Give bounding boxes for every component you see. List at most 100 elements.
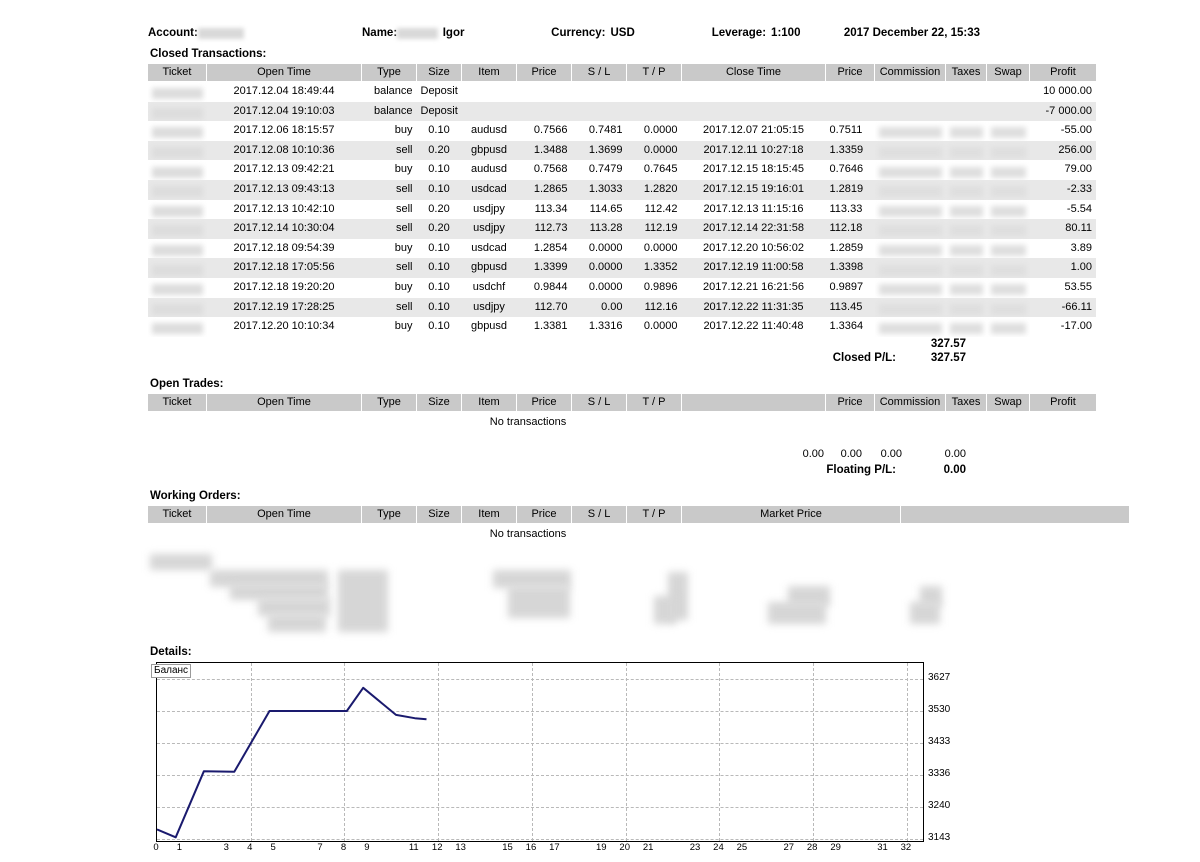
col-close-time[interactable]: Close Time (681, 64, 826, 82)
cell-size: 0.20 (428, 202, 450, 215)
cell-profit: -17.00 (1060, 320, 1092, 333)
col-take-profit[interactable]: T / P (626, 505, 682, 524)
cell-take-profit: 1.2820 (626, 179, 682, 200)
working-orders-title: Working Orders: (150, 489, 241, 502)
col-ticket[interactable]: Ticket (148, 505, 207, 524)
col-take-profit[interactable]: T / P (626, 393, 682, 412)
cell-close-time (682, 82, 826, 102)
table-row[interactable]: 2017.12.04 19:10:03 balance Deposit -7 000.… (148, 101, 1096, 122)
cell-swap (987, 121, 1030, 141)
cell-item: usdcad (461, 179, 517, 200)
cell-size: 0.10 (428, 124, 450, 137)
chart-y-axis-labels: 3143 3240 3336 3433 3530 3627 (928, 662, 978, 842)
col-price[interactable]: Price (516, 393, 572, 412)
col-taxes[interactable]: Taxes (945, 393, 987, 412)
chart-y-tick-label: 3627 (928, 671, 951, 683)
table-row[interactable]: 2017.12.04 18:49:44 balance Deposit 10 000.… (148, 82, 1096, 102)
col-commission[interactable]: Commission (874, 64, 946, 82)
cell-swap (986, 219, 1030, 239)
table-row[interactable]: 2017.12.06 18:15:57 buy 0.10 audusd 0.7566 0.… (148, 121, 1096, 141)
col-swap[interactable]: Swap (986, 64, 1030, 82)
cell-swap (987, 200, 1030, 220)
cell-size: 0.10 (428, 320, 450, 333)
cell-swap (987, 82, 1030, 102)
cell-price (516, 101, 572, 122)
col-size[interactable]: Size (416, 505, 462, 524)
cell-size: 0.10 (428, 280, 450, 293)
col-stop-loss[interactable]: S / L (571, 393, 627, 412)
cell-profit: 3.89 (1070, 241, 1092, 254)
cell-size: 0.10 (428, 163, 450, 176)
cell-open-time: 2017.12.14 10:30:04 (206, 219, 362, 239)
cell-swap (986, 297, 1030, 318)
cell-close-time: 2017.12.07 21:05:15 (703, 124, 804, 137)
col-size[interactable]: Size (416, 393, 462, 412)
table-row[interactable]: 2017.12.20 10:10:34 buy 0.10 gbpusd 1.3381 1.… (148, 317, 1096, 337)
chart-x-tick-label: 24 (713, 841, 724, 853)
chart-legend-label: Баланс (151, 663, 192, 678)
col-type[interactable]: Type (361, 393, 417, 412)
chart-x-tick-label: 9 (364, 841, 370, 853)
col-close-price[interactable]: Price (825, 64, 875, 82)
col-market-price[interactable]: Market Price (681, 505, 901, 524)
table-row[interactable]: 2017.12.18 19:20:20 buy 0.10 usdchf 0.9844 0.… (148, 278, 1096, 298)
cell-stop-loss: 114.65 (589, 202, 623, 215)
col-stop-loss[interactable]: S / L (571, 64, 627, 82)
col-price[interactable]: Price (516, 505, 572, 524)
col-open-time[interactable]: Open Time (206, 64, 362, 82)
floating-pl-value: 0.00 (943, 463, 966, 476)
cell-price: 0.7566 (533, 124, 568, 137)
table-row[interactable]: 2017.12.13 09:43:13 sell 0.10 usdcad 1.2865 1… (148, 179, 1096, 200)
col-open-time[interactable]: Open Time (206, 393, 362, 412)
table-row[interactable]: 2017.12.08 10:10:36 sell 0.20 gbpusd 1.3488 1… (148, 140, 1096, 161)
table-row[interactable]: 2017.12.13 10:42:10 sell 0.20 usdjpy 113.34 1… (148, 200, 1096, 220)
col-commission[interactable]: Commission (874, 393, 946, 412)
col-type[interactable]: Type (361, 64, 417, 82)
col-ticket[interactable]: Ticket (148, 64, 207, 82)
cell-close-price (826, 82, 875, 102)
table-row[interactable]: 2017.12.19 17:28:25 sell 0.10 usdjpy 112.70 0… (148, 297, 1096, 318)
open-trades-totals-row: 0.00 0.00 0.00 0.00 (148, 446, 970, 460)
table-row[interactable]: 2017.12.18 09:54:39 buy 0.10 usdcad 1.2854 0.… (148, 239, 1096, 259)
cell-close-price (825, 101, 875, 122)
cell-stop-loss: 0.0000 (588, 280, 623, 293)
col-open-time[interactable]: Open Time (206, 505, 362, 524)
table-row[interactable]: 2017.12.14 10:30:04 sell 0.20 usdjpy 112.73 1… (148, 219, 1096, 239)
col-ticket[interactable]: Ticket (148, 393, 207, 412)
balance-chart: Баланс 3143 3240 3336 3433 3530 3627 01345789… (148, 661, 978, 862)
col-type[interactable]: Type (361, 505, 417, 524)
leverage-value: 1:100 (771, 27, 801, 39)
col-stop-loss[interactable]: S / L (571, 505, 627, 524)
col-item[interactable]: Item (461, 505, 517, 524)
col-item[interactable]: Item (461, 393, 517, 412)
cell-close-price: 113.33 (829, 202, 863, 215)
col-close-price[interactable]: Price (825, 393, 875, 412)
cell-size: 0.10 (428, 241, 450, 254)
chart-x-tick-label: 21 (642, 841, 654, 853)
chart-x-tick-label: 12 (431, 841, 443, 853)
details-title: Details: (150, 645, 192, 658)
chart-x-tick-label: 19 (595, 841, 607, 853)
cell-size: Deposit (420, 85, 458, 97)
cell-open-time: 2017.12.13 09:42:21 (233, 163, 335, 176)
closed-subtotal-value: 327.57 (930, 337, 966, 350)
cell-open-time: 2017.12.18 17:05:56 (206, 258, 362, 278)
col-taxes[interactable]: Taxes (945, 64, 987, 82)
col-item[interactable]: Item (461, 64, 517, 82)
cell-ticket (148, 239, 207, 259)
chart-x-tick-label: 5 (270, 841, 276, 853)
cell-taxes (946, 160, 987, 180)
cell-ticket (148, 82, 207, 102)
table-row[interactable]: 2017.12.18 17:05:56 sell 0.10 gbpusd 1.3399 0… (148, 258, 1096, 278)
col-profit[interactable]: Profit (1029, 393, 1096, 412)
closed-pl-row: Closed P/L: 327.57 (148, 352, 970, 364)
cell-close-time: 2017.12.14 22:31:58 (681, 219, 826, 239)
table-row[interactable]: 2017.12.13 09:42:21 buy 0.10 audusd 0.7568 0.… (148, 160, 1096, 180)
cell-taxes (946, 82, 987, 102)
col-swap[interactable]: Swap (986, 393, 1030, 412)
col-profit[interactable]: Profit (1029, 64, 1096, 82)
col-take-profit[interactable]: T / P (626, 64, 682, 82)
col-price[interactable]: Price (516, 64, 572, 82)
chart-x-tick-label: 3 (223, 841, 229, 853)
col-size[interactable]: Size (416, 64, 462, 82)
